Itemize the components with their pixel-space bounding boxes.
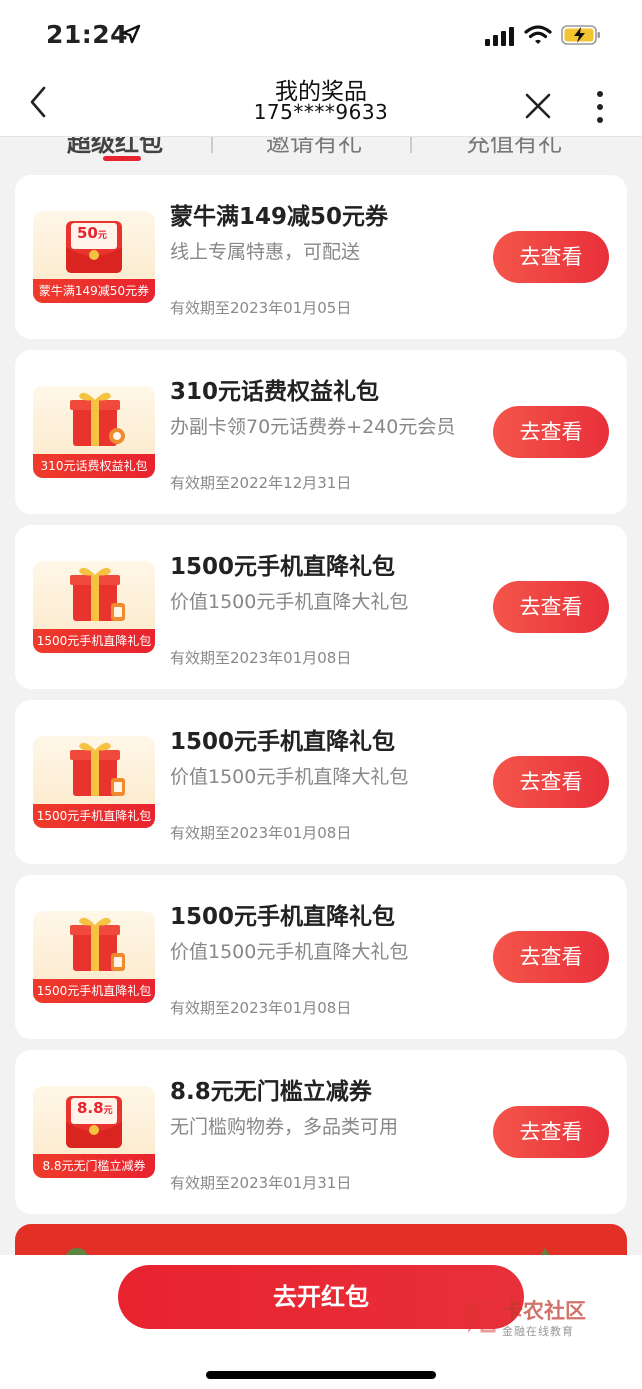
prize-card: 1500元手机直降礼包 1500元手机直降礼包 价值1500元手机直降大礼包 有… [15, 525, 627, 689]
gift-box-icon [70, 567, 125, 621]
tab-invite-gift[interactable]: 邀请有礼 [266, 137, 362, 158]
thumb-label: 1500元手机直降礼包 [33, 804, 155, 828]
more-options-icon[interactable] [590, 88, 610, 126]
gift-box-icon [70, 917, 125, 971]
prize-expiry: 有效期至2023年01月05日 [170, 299, 352, 317]
tab-recharge-gift[interactable]: 充值有礼 [466, 137, 562, 158]
thumb-value: 50 [77, 224, 98, 242]
prize-thumbnail: 1500元手机直降礼包 [33, 561, 155, 653]
tab-divider [410, 137, 412, 153]
prize-expiry: 有效期至2022年12月31日 [170, 474, 352, 492]
red-envelope-icon [66, 221, 122, 273]
prize-expiry: 有效期至2023年01月08日 [170, 824, 352, 842]
prize-title: 蒙牛满149减50元券 [170, 204, 389, 230]
prize-description: 价值1500元手机直降大礼包 [170, 591, 409, 613]
red-envelope-icon [66, 1096, 122, 1148]
prize-thumbnail: 50元 蒙牛满149减50元券 [33, 211, 155, 303]
thumb-unit: 元 [97, 231, 107, 241]
tab-super-red-packet[interactable]: 超级红包 [67, 137, 163, 158]
prize-tabs: 超级红包 邀请有礼 充值有礼 [0, 137, 642, 163]
view-prize-button[interactable]: 去查看 [493, 931, 609, 983]
prize-description: 办副卡领70元话费券+240元会员 [170, 416, 456, 438]
thumb-label: 310元话费权益礼包 [33, 454, 155, 478]
location-arrow-icon [121, 24, 141, 44]
prize-expiry: 有效期至2023年01月31日 [170, 1174, 352, 1192]
prize-description: 线上专属特惠，可配送 [170, 241, 361, 263]
prize-description: 价值1500元手机直降大礼包 [170, 766, 409, 788]
thumb-unit: 元 [103, 1106, 113, 1116]
battery-charging-icon [561, 25, 600, 45]
prize-title: 1500元手机直降礼包 [170, 904, 396, 930]
gift-box-icon [70, 742, 125, 796]
thumb-label: 蒙牛满149减50元券 [33, 279, 155, 303]
prize-thumbnail: 310元话费权益礼包 [33, 386, 155, 478]
nav-header: 我的奖品 175****9633 [0, 70, 642, 137]
status-bar: 21:24 [0, 0, 642, 70]
thumb-value: 8.8 [77, 1099, 104, 1117]
view-prize-button[interactable]: 去查看 [493, 1106, 609, 1158]
prize-expiry: 有效期至2023年01月08日 [170, 999, 352, 1017]
view-prize-button[interactable]: 去查看 [493, 581, 609, 633]
prize-title: 1500元手机直降礼包 [170, 554, 396, 580]
prize-thumbnail: 8.8元 8.8元无门槛立减券 [33, 1086, 155, 1178]
watermark-logo-icon [464, 1301, 496, 1333]
prize-card: 8.8元 8.8元无门槛立减券 8.8元无门槛立减券 无门槛购物券，多品类可用 … [15, 1050, 627, 1214]
prize-thumbnail: 1500元手机直降礼包 [33, 911, 155, 1003]
cellular-signal-icon [485, 27, 514, 46]
prize-card: 1500元手机直降礼包 1500元手机直降礼包 价值1500元手机直降大礼包 有… [15, 700, 627, 864]
prize-title: 310元话费权益礼包 [170, 379, 380, 405]
view-prize-button[interactable]: 去查看 [493, 406, 609, 458]
prize-card: 310元话费权益礼包 310元话费权益礼包 办副卡领70元话费券+240元会员 … [15, 350, 627, 514]
tab-divider [211, 137, 213, 153]
prize-description: 价值1500元手机直降大礼包 [170, 941, 409, 963]
status-time: 21:24 [46, 20, 129, 49]
watermark-name: 卡农社区 [502, 1299, 586, 1323]
prize-expiry: 有效期至2023年01月08日 [170, 649, 352, 667]
watermark: 卡农社区 金融在线教育 [460, 1295, 600, 1345]
prize-thumbnail: 1500元手机直降礼包 [33, 736, 155, 828]
prize-title: 1500元手机直降礼包 [170, 729, 396, 755]
prize-description: 无门槛购物券，多品类可用 [170, 1116, 399, 1138]
prize-title: 8.8元无门槛立减券 [170, 1079, 372, 1105]
thumb-label: 1500元手机直降礼包 [33, 979, 155, 1003]
wifi-icon [524, 25, 552, 44]
active-tab-indicator [103, 156, 141, 161]
view-prize-button[interactable]: 去查看 [493, 756, 609, 808]
close-icon[interactable] [522, 90, 554, 122]
prize-card: 1500元手机直降礼包 1500元手机直降礼包 价值1500元手机直降大礼包 有… [15, 875, 627, 1039]
home-indicator[interactable] [206, 1371, 436, 1379]
thumb-label: 1500元手机直降礼包 [33, 629, 155, 653]
bottom-action-bar: 去开红包 卡农社区 金融在线教育 [0, 1255, 642, 1389]
prize-card: 50元 蒙牛满149减50元券 蒙牛满149减50元券 线上专属特惠，可配送 有… [15, 175, 627, 339]
gift-box-icon [70, 392, 125, 446]
thumb-label: 8.8元无门槛立减券 [33, 1154, 155, 1178]
watermark-tagline: 金融在线教育 [502, 1325, 574, 1338]
view-prize-button[interactable]: 去查看 [493, 231, 609, 283]
